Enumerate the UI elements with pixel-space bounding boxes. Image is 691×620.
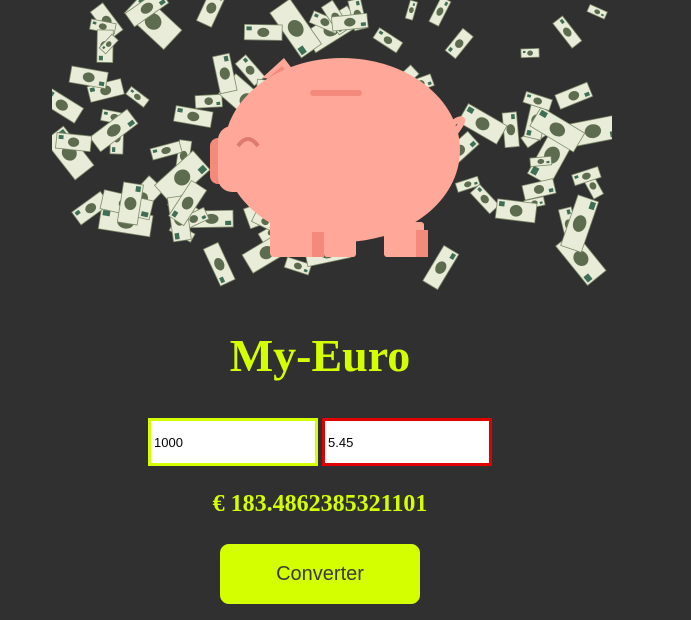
banknote [469,183,500,215]
hero-image [52,0,612,290]
banknote [529,155,553,168]
banknote [404,0,419,21]
banknote [125,85,150,108]
banknote [428,0,452,27]
banknote [173,105,214,128]
page-title: My-Euro [229,330,411,381]
banknote [243,23,283,41]
page: My-Euro € 183.4862385321101 Converter [0,0,691,620]
banknote [552,15,583,49]
conversion-result: € 183.4862385321101 [212,491,428,517]
converter-form [148,418,493,466]
banknote [444,27,474,60]
amount-input[interactable] [148,418,318,466]
banknote [212,52,238,95]
banknote [521,178,557,201]
banknote [372,27,404,54]
banknote [586,3,608,20]
exchange-rate-input[interactable] [322,418,492,466]
banknote [68,65,109,90]
banknote [194,93,223,109]
convert-button[interactable]: Converter [220,544,420,604]
banknote [554,81,594,110]
banknote [520,47,540,59]
banknote [55,132,93,153]
banknote [202,241,236,287]
banknote [195,0,227,28]
banknote [422,244,460,290]
piggy-bank-illustration [52,0,612,290]
banknote [52,86,85,124]
